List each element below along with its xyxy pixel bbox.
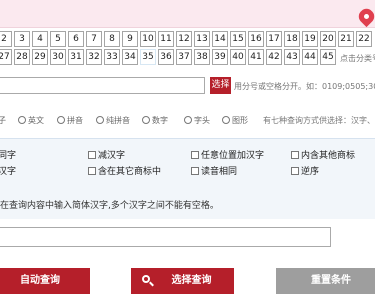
stroke-39[interactable]: 39 [212,49,228,65]
option-contained-in-other[interactable]: 含在其它商标中 [88,164,161,177]
radio-icon [184,116,192,124]
stroke-row-1: 2 3 4 5 6 7 8 9 10 11 12 13 14 15 16 17 … [0,31,375,49]
stroke-27[interactable]: 27 [0,49,12,65]
radio-char[interactable]: 子 [0,115,6,126]
stroke-7[interactable]: 7 [86,31,102,47]
stroke-hint: 点击分类号， [340,54,375,63]
stroke-44[interactable]: 44 [302,49,318,65]
radio-icon [96,116,104,124]
stroke-30[interactable]: 30 [50,49,66,65]
stroke-19[interactable]: 19 [302,31,318,47]
stroke-14[interactable]: 14 [212,31,228,47]
option-minus-char[interactable]: 减汉字 [88,148,125,161]
stroke-12[interactable]: 12 [176,31,192,47]
radio-pure-pinyin[interactable]: 纯拼音 [96,115,130,126]
stroke-15[interactable]: 15 [230,31,246,47]
select-class-button[interactable]: 选择 [210,77,231,94]
radio-icon [222,116,230,124]
radio-initial[interactable]: 字头 [184,115,210,126]
checkbox-icon [291,151,299,159]
stroke-33[interactable]: 33 [104,49,120,65]
stroke-40[interactable]: 40 [230,49,246,65]
top-bar [0,0,375,28]
stroke-29[interactable]: 29 [32,49,48,65]
radio-note: 有七种查询方式供选择：汉字、拼 [263,116,375,125]
stroke-10[interactable]: 10 [140,31,156,47]
stroke-5[interactable]: 5 [50,31,66,47]
stroke-13[interactable]: 13 [194,31,210,47]
option-contains-other[interactable]: 内含其他商标 [291,148,355,161]
stroke-row-2: 27 28 29 30 31 32 33 34 35 36 37 38 39 4… [0,49,375,67]
radio-icon [18,116,26,124]
option-char[interactable]: 汉字 [0,164,16,177]
stroke-43[interactable]: 43 [284,49,300,65]
radio-number[interactable]: 数字 [142,115,168,126]
checkbox-icon [191,151,199,159]
stroke-38[interactable]: 38 [194,49,210,65]
class-number-input[interactable] [0,77,205,94]
option-reverse[interactable]: 逆序 [291,164,319,177]
stroke-9[interactable]: 9 [122,31,138,47]
radio-icon [57,116,65,124]
stroke-18[interactable]: 18 [284,31,300,47]
stroke-20[interactable]: 20 [320,31,336,47]
query-content-input[interactable] [0,227,331,247]
stroke-42[interactable]: 42 [266,49,282,65]
stroke-36[interactable]: 36 [158,49,174,65]
stroke-28[interactable]: 28 [14,49,30,65]
stroke-21[interactable]: 21 [338,31,354,47]
checkbox-icon [88,167,96,175]
option-any-position-add[interactable]: 任意位置加汉字 [191,148,264,161]
stroke-16[interactable]: 16 [248,31,264,47]
stroke-45[interactable]: 45 [320,49,336,65]
stroke-3[interactable]: 3 [14,31,30,47]
checkbox-icon [88,151,96,159]
query-note: 在查询内容中输入简体汉字,多个汉字之间不能有空格。 [0,201,219,211]
radio-pinyin[interactable]: 拼音 [57,115,83,126]
stroke-41[interactable]: 41 [248,49,264,65]
radio-icon [142,116,150,124]
checkbox-icon [191,167,199,175]
stroke-35[interactable]: 35 [140,49,156,65]
stroke-22[interactable]: 22 [356,31,372,47]
checkbox-icon [291,167,299,175]
auto-query-button[interactable]: 自动查询 [0,268,90,294]
stroke-2[interactable]: 2 [0,31,12,47]
option-same-sound[interactable]: 读音相同 [191,164,237,177]
filter-hint: 用分号或空格分开。如：0109;0505;3001 [234,82,375,91]
stroke-11[interactable]: 11 [158,31,174,47]
stroke-17[interactable]: 17 [266,31,282,47]
stroke-37[interactable]: 37 [176,49,192,65]
reset-button[interactable]: 重置条件 [276,268,375,294]
stroke-32[interactable]: 32 [86,49,102,65]
stroke-4[interactable]: 4 [32,31,48,47]
stroke-8[interactable]: 8 [104,31,120,47]
stroke-6[interactable]: 6 [68,31,84,47]
stroke-34[interactable]: 34 [122,49,138,65]
option-same-char[interactable]: 同字 [0,148,16,161]
radio-english[interactable]: 英文 [18,115,44,126]
radio-graphic[interactable]: 图形 [222,115,248,126]
search-icon [142,275,150,283]
stroke-31[interactable]: 31 [68,49,84,65]
